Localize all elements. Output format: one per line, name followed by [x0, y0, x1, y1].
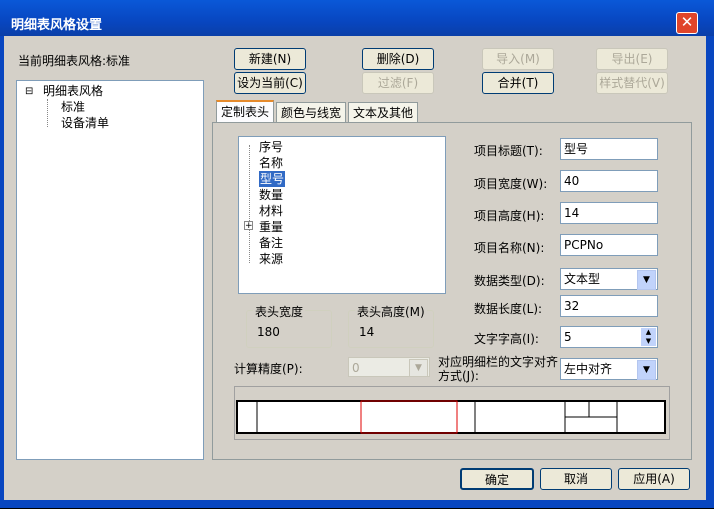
header-height-group: 表头高度(M) 14 [348, 303, 434, 348]
item-name-input[interactable]: PCPNo [560, 234, 658, 256]
char-height-label: 文字字高(I): [474, 332, 539, 346]
precision-select[interactable]: 0 ▼ [348, 357, 430, 377]
header-width-group: 表头宽度 180 [246, 303, 332, 348]
close-button[interactable]: ✕ [676, 12, 698, 34]
header-preview [236, 400, 666, 434]
data-length-label: 数据长度(L): [474, 302, 543, 316]
list-item[interactable]: 材料 [259, 203, 283, 219]
list-item[interactable]: 序号 [259, 139, 283, 155]
current-style-label: 当前明细表风格:标准 [18, 54, 131, 68]
expand-icon[interactable]: + [244, 221, 253, 231]
list-item-selected[interactable]: 型号 [259, 171, 286, 187]
chevron-down-icon[interactable]: ▼ [409, 359, 428, 377]
filter-button[interactable]: 过滤(F) [362, 72, 434, 94]
precision-label: 计算精度(P): [234, 362, 303, 376]
list-item[interactable]: 名称 [259, 155, 283, 171]
tab-text-other[interactable]: 文本及其他 [348, 102, 418, 124]
spin-up-icon[interactable]: ▲ [641, 328, 656, 337]
delete-button[interactable]: 删除(D) [362, 48, 434, 70]
title-bar: 明细表风格设置 [0, 0, 714, 36]
style-tree[interactable]: ⊟ 明细表风格 标准 设备清单 [16, 80, 204, 460]
chevron-down-icon[interactable]: ▼ [637, 270, 656, 290]
tab-color-linewidth[interactable]: 颜色与线宽 [276, 102, 346, 124]
char-height-spinner[interactable]: 5 ▲ ▼ [560, 326, 658, 348]
tree-item[interactable]: 设备清单 [61, 115, 109, 131]
header-height-value: 14 [359, 325, 375, 339]
item-width-input[interactable]: 40 [560, 170, 658, 192]
tree-line [47, 99, 48, 127]
list-item[interactable]: 来源 [259, 251, 283, 267]
window-title: 明细表风格设置 [11, 18, 103, 33]
ok-button[interactable]: 确定 [460, 468, 534, 490]
new-button[interactable]: 新建(N) [234, 48, 306, 70]
list-item[interactable]: 重量 [259, 219, 283, 235]
style-replace-button[interactable]: 样式替代(V) [596, 72, 668, 94]
header-height-label: 表头高度(M) [355, 303, 427, 320]
tree-root[interactable]: 明细表风格 [43, 83, 103, 99]
spin-down-icon[interactable]: ▼ [641, 337, 656, 346]
data-length-input[interactable]: 32 [560, 295, 658, 317]
item-height-input[interactable]: 14 [560, 202, 658, 224]
list-item[interactable]: 数量 [259, 187, 283, 203]
data-type-select[interactable]: 文本型 ▼ [560, 268, 658, 290]
export-button[interactable]: 导出(E) [596, 48, 668, 70]
item-title-label: 项目标题(T): [474, 144, 543, 158]
align-select[interactable]: 左中对齐 ▼ [560, 358, 658, 380]
set-current-button[interactable]: 设为当前(C) [234, 72, 306, 94]
window-frame-left [0, 36, 4, 508]
import-button[interactable]: 导入(M) [482, 48, 554, 70]
list-item[interactable]: 备注 [259, 235, 283, 251]
data-type-label: 数据类型(D): [474, 274, 545, 288]
align-label-line2: 方式(J): [438, 369, 479, 383]
window-frame-right [706, 36, 714, 508]
tree-item[interactable]: 标准 [61, 99, 85, 115]
item-list[interactable]: 序号 名称 型号 数量 材料 + 重量 备注 来源 [238, 136, 446, 294]
chevron-down-icon[interactable]: ▼ [637, 360, 656, 380]
apply-button[interactable]: 应用(A) [618, 468, 690, 490]
item-width-label: 项目宽度(W): [474, 177, 548, 191]
item-name-label: 项目名称(N): [474, 241, 545, 255]
item-title-input[interactable]: 型号 [560, 138, 658, 160]
item-height-label: 项目高度(H): [474, 209, 545, 223]
header-width-label: 表头宽度 [253, 303, 306, 320]
header-width-value: 180 [257, 325, 280, 339]
list-tree-line [249, 145, 250, 263]
tab-custom-header[interactable]: 定制表头 [216, 100, 274, 124]
tree-expander-icon[interactable]: ⊟ [25, 84, 33, 100]
merge-button[interactable]: 合并(T) [482, 72, 554, 94]
window-frame-bottom [0, 500, 714, 508]
cancel-button[interactable]: 取消 [540, 468, 612, 490]
current-style-value: 标准 [106, 54, 131, 68]
header-preview-frame [234, 386, 670, 440]
ruler-strip [0, 508, 714, 514]
